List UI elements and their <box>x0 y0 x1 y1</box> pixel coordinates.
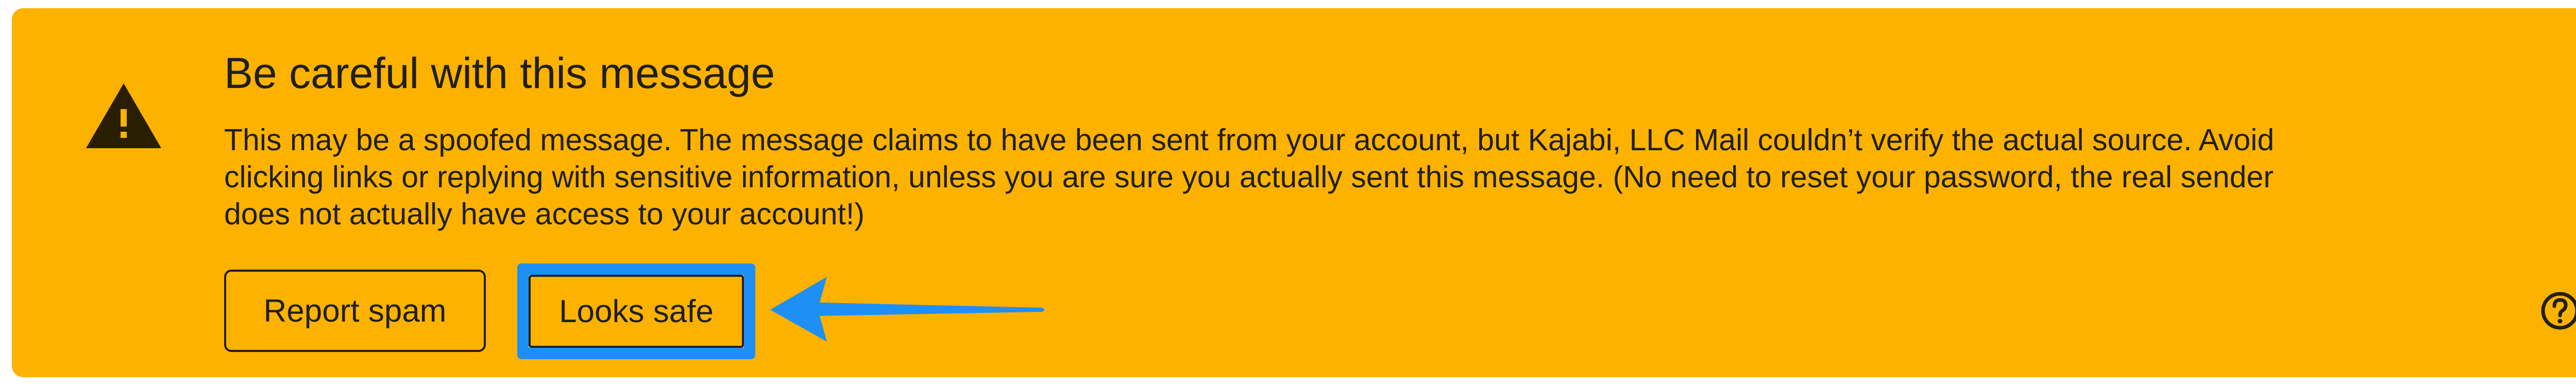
help-circle-icon[interactable] <box>2539 290 2576 331</box>
looks-safe-button[interactable]: Looks safe <box>529 275 744 348</box>
warning-triangle-icon <box>86 83 161 148</box>
spoof-warning-banner: Be careful with this message This may be… <box>12 8 2576 377</box>
warning-body: This may be a spoofed message. The messa… <box>224 123 2275 231</box>
arrow-left-icon <box>770 277 1044 342</box>
warning-title: Be careful with this message <box>224 49 775 97</box>
report-spam-button[interactable]: Report spam <box>224 270 486 352</box>
